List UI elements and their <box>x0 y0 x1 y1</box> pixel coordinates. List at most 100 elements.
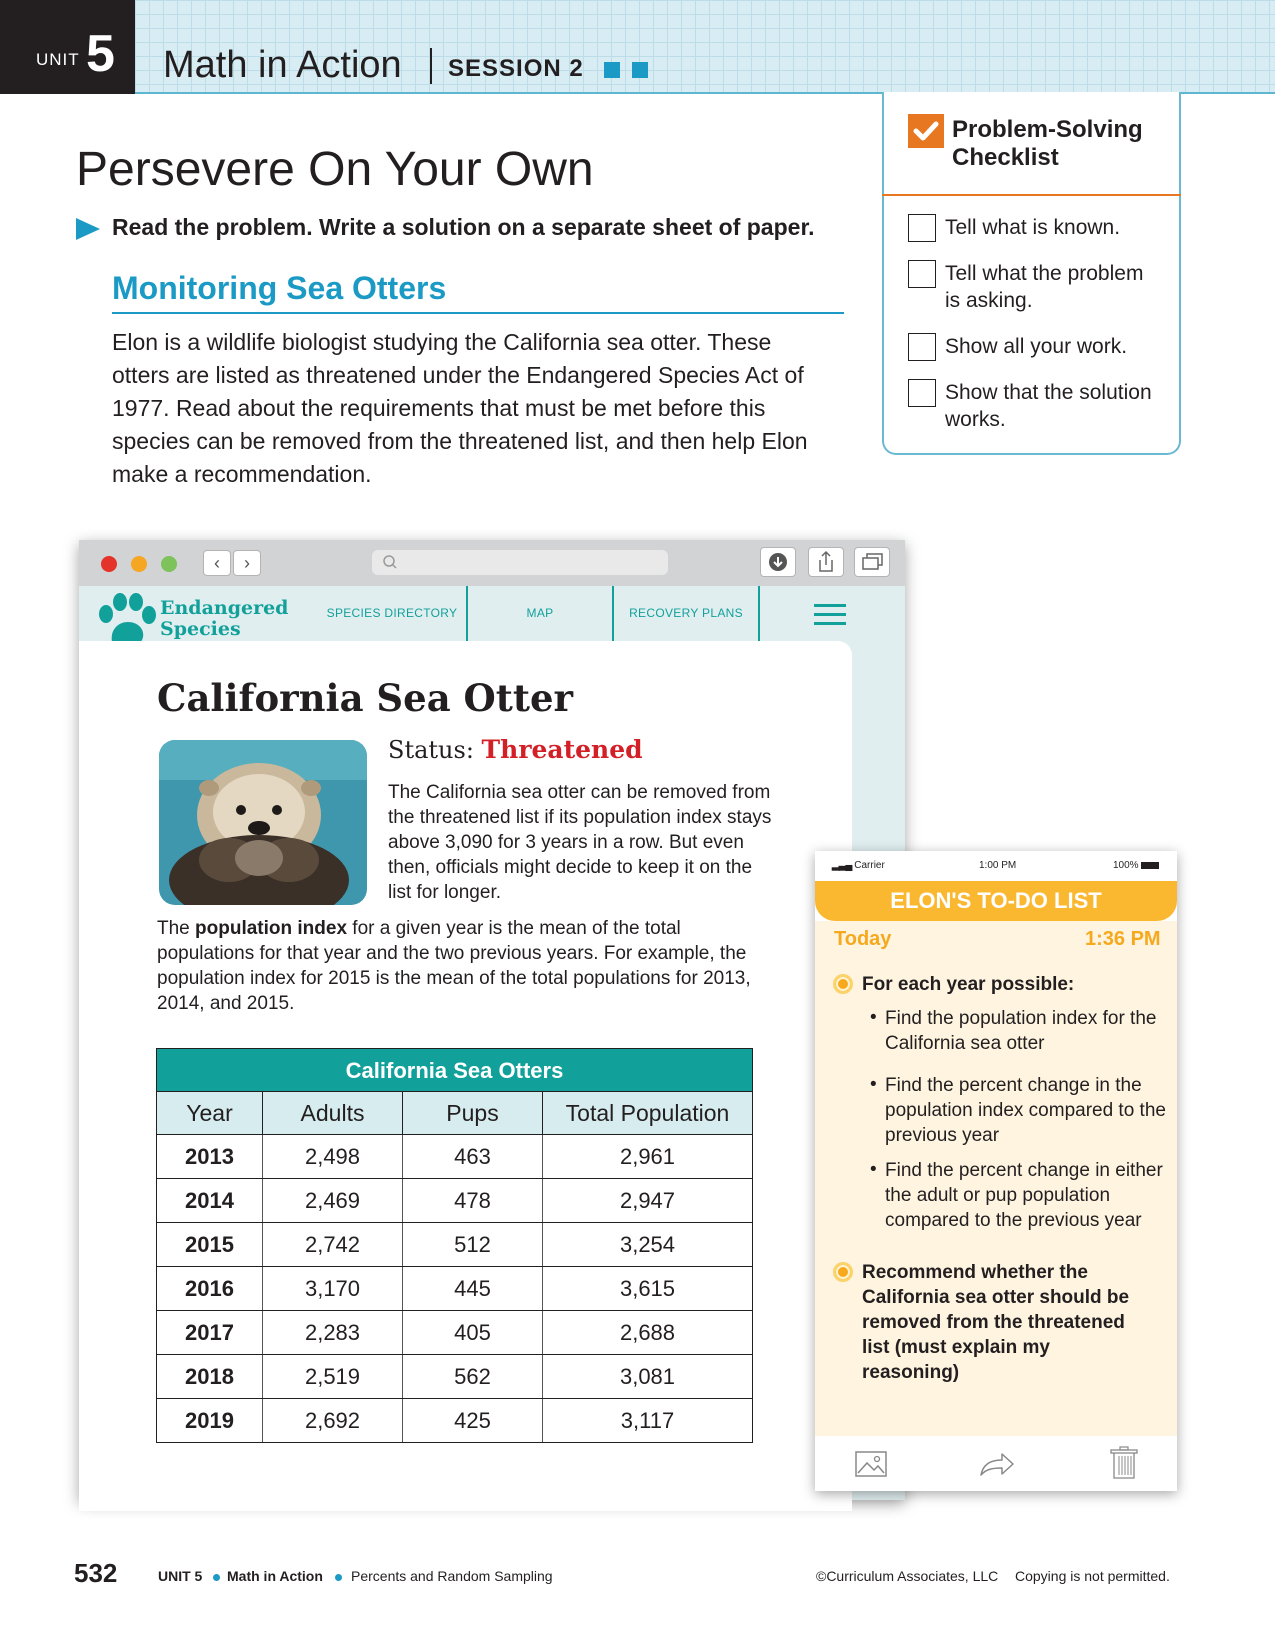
cell-total: 2,688 <box>542 1310 753 1355</box>
cell-pups: 425 <box>402 1398 543 1443</box>
footer-dot <box>213 1574 220 1581</box>
table-row: 2013 2,498 463 2,961 <box>156 1134 753 1179</box>
phone-clock: 1:00 PM <box>979 860 1017 871</box>
checklist-title: Problem-Solving Checklist <box>952 116 1143 171</box>
address-bar[interactable] <box>372 550 668 575</box>
sea-otter-photo <box>159 740 367 905</box>
back-button[interactable]: ‹ <box>203 550 231 576</box>
cell-year: 2014 <box>156 1178 263 1223</box>
table-row: 2018 2,519 562 3,081 <box>156 1354 753 1399</box>
column-header-pups: Pups <box>402 1091 543 1135</box>
cell-total: 3,081 <box>542 1354 753 1399</box>
menu-icon-bar[interactable] <box>814 622 846 625</box>
cell-adults: 2,692 <box>262 1398 403 1443</box>
definition-text: The <box>157 918 196 939</box>
image-icon[interactable] <box>854 1450 888 1478</box>
task-each-year: For each year possible: <box>862 974 1075 995</box>
zoom-window-button[interactable] <box>161 556 177 572</box>
carrier-status: ▂▃▄ Carrier <box>832 860 885 871</box>
menu-icon-bar[interactable] <box>814 604 846 607</box>
nav-map[interactable]: MAP <box>466 586 612 641</box>
carrier-label: Carrier <box>854 860 885 871</box>
cell-total: 2,947 <box>542 1178 753 1223</box>
header-divider <box>430 48 432 84</box>
menu-icon-bar[interactable] <box>814 613 846 616</box>
definition-term: population index <box>195 918 348 939</box>
checklist-item-asking: Tell what the problem is asking. <box>945 262 1144 312</box>
table-row: 2019 2,692 425 3,117 <box>156 1398 753 1443</box>
todo-time: 1:36 PM <box>1085 928 1161 950</box>
checkbox-show-work[interactable] <box>908 333 936 361</box>
share-button[interactable] <box>808 547 844 577</box>
subtask-bullet: • <box>870 1007 877 1028</box>
site-logo-text[interactable]: Endangered Species <box>160 598 288 640</box>
cell-adults: 2,742 <box>262 1222 403 1267</box>
table-row: 2015 2,742 512 3,254 <box>156 1222 753 1267</box>
checkbox-asking[interactable] <box>908 260 936 288</box>
cell-pups: 512 <box>402 1222 543 1267</box>
cell-year: 2019 <box>156 1398 263 1443</box>
footer-unit: UNIT 5 <box>158 1568 203 1584</box>
cell-year: 2016 <box>156 1266 263 1311</box>
share-arrow-icon[interactable] <box>978 1450 1016 1478</box>
cell-year: 2013 <box>156 1134 263 1179</box>
cell-adults: 2,498 <box>262 1134 403 1179</box>
session-label: SESSION 2 <box>448 55 584 82</box>
checkbox-solution-works[interactable] <box>908 379 936 407</box>
checklist-divider <box>882 194 1181 196</box>
checklist-item-show-work: Show all your work. <box>945 335 1128 358</box>
column-header-year: Year <box>156 1091 263 1135</box>
trash-icon[interactable] <box>1110 1446 1138 1480</box>
unit-number: 5 <box>86 25 115 83</box>
instruction: Read the problem. Write a solution on a … <box>112 214 815 240</box>
share-icon <box>819 550 833 572</box>
cell-adults: 2,519 <box>262 1354 403 1399</box>
checkbox-known[interactable] <box>908 214 936 242</box>
close-window-button[interactable] <box>101 556 117 572</box>
minimize-window-button[interactable] <box>131 556 147 572</box>
cell-pups: 463 <box>402 1134 543 1179</box>
status-description: The California sea otter can be removed … <box>388 782 772 903</box>
task-bullet-icon[interactable] <box>833 974 853 994</box>
battery-label: 100% <box>1113 860 1139 871</box>
battery-icon <box>1141 861 1160 869</box>
status-label: Status: <box>388 736 474 764</box>
footer-notice: Copying is not permitted. <box>1015 1568 1170 1584</box>
header-title: Math in Action <box>163 44 402 86</box>
table-caption: California Sea Otters <box>156 1048 753 1091</box>
subtask-adult-pup-change: Find the percent change in either the ad… <box>885 1160 1163 1231</box>
session-square-2 <box>632 62 648 78</box>
column-header-total: Total Population <box>542 1091 753 1135</box>
cell-total: 3,117 <box>542 1398 753 1443</box>
session-square-1 <box>604 62 620 78</box>
arrow-icon <box>76 218 100 240</box>
sea-otter-table: California Sea Otters Year Adults Pups T… <box>156 1048 753 1443</box>
forward-button[interactable]: › <box>233 550 261 576</box>
problem-heading: Monitoring Sea Otters <box>112 270 447 306</box>
task-bullet-icon[interactable] <box>833 1262 853 1282</box>
todo-day: Today <box>834 928 892 950</box>
cell-adults: 3,170 <box>262 1266 403 1311</box>
nav-species-directory[interactable]: SPECIES DIRECTORY <box>318 586 466 641</box>
nav-recovery-plans[interactable]: RECOVERY PLANS <box>612 586 758 641</box>
column-header-adults: Adults <box>262 1091 403 1135</box>
download-button[interactable] <box>760 547 796 577</box>
cell-total: 2,961 <box>542 1134 753 1179</box>
checklist-item-solution-works: Show that the solution works. <box>945 381 1152 431</box>
task-recommend: Recommend whether the California sea ott… <box>862 1262 1130 1383</box>
tabs-button[interactable] <box>854 547 890 577</box>
subtask-bullet: • <box>870 1074 877 1095</box>
cell-pups: 405 <box>402 1310 543 1355</box>
logo-line-2: Species <box>160 618 241 640</box>
cell-pups: 478 <box>402 1178 543 1223</box>
checkmark-icon <box>908 114 944 148</box>
cell-total: 3,254 <box>542 1222 753 1267</box>
population-index-definition: The population index for a given year is… <box>157 916 757 1016</box>
cell-pups: 562 <box>402 1354 543 1399</box>
signal-icon: ▂▃▄ <box>832 860 852 871</box>
cell-year: 2017 <box>156 1310 263 1355</box>
footer-dot <box>335 1574 342 1581</box>
status-line: Status: Threatened <box>388 735 643 764</box>
cell-year: 2018 <box>156 1354 263 1399</box>
search-icon <box>383 555 397 569</box>
